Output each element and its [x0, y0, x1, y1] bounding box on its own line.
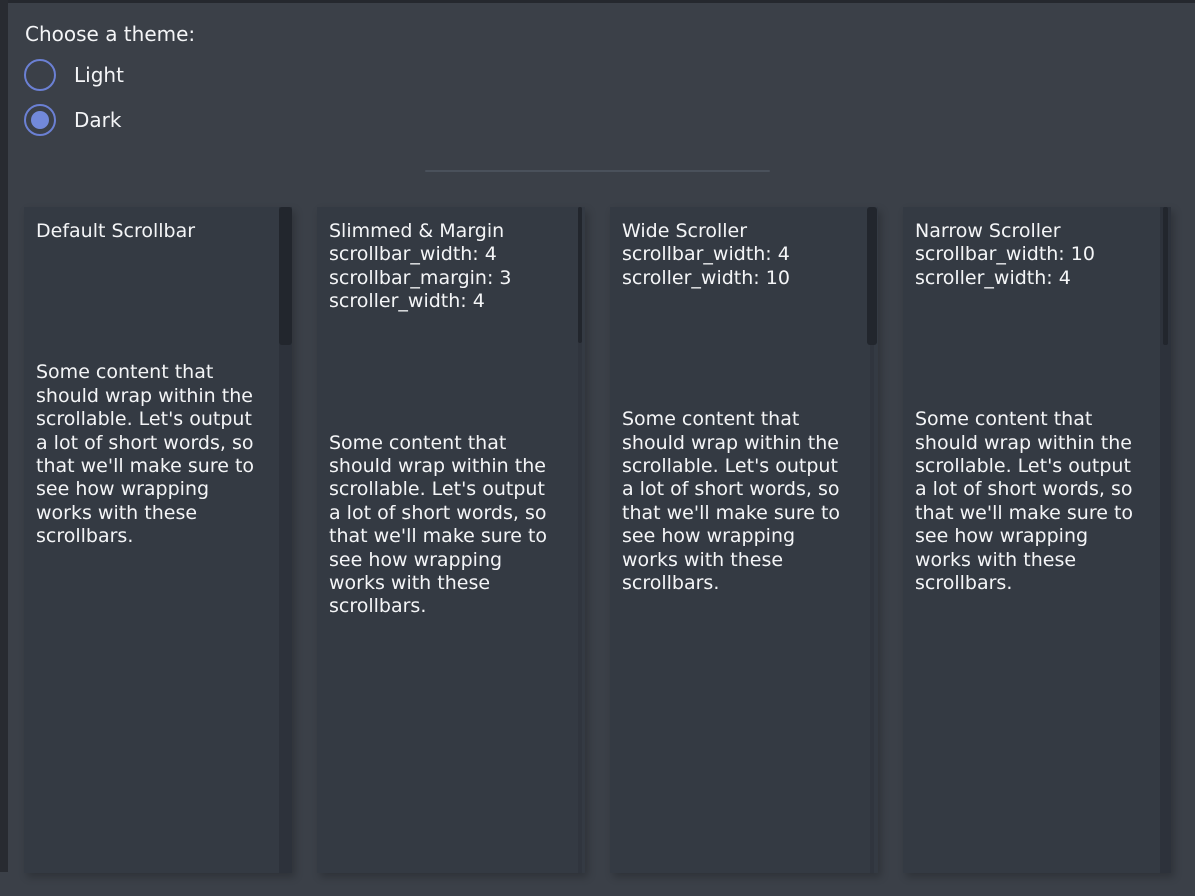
section-divider — [425, 170, 770, 172]
window-top-edge — [0, 0, 1195, 3]
panel-slimmed-margin: Slimmed & Margin scrollbar_width: 4 scro… — [317, 207, 585, 873]
radio-option-label: Dark — [74, 108, 121, 132]
panel-narrow-scroller: Narrow Scroller scrollbar_width: 10 scro… — [903, 207, 1171, 873]
radio-option-light[interactable]: Light — [24, 59, 124, 91]
scrollbar-thumb[interactable] — [1163, 207, 1168, 345]
radio-option-dark[interactable]: Dark — [24, 104, 121, 136]
scrollbar-track[interactable] — [1160, 207, 1171, 873]
panel-content-text: Some content that should wrap within the… — [329, 432, 567, 619]
scrollbar-track[interactable] — [865, 207, 878, 873]
scrollbar-thumb[interactable] — [578, 207, 582, 343]
panel-content-text: Some content that should wrap within the… — [915, 408, 1153, 595]
radio-option-label: Light — [74, 63, 124, 87]
scrollbar-track[interactable] — [578, 207, 582, 873]
scrollbar-demo-row: Default Scrollbar Some content that shou… — [24, 207, 1171, 873]
panel-content-text: Some content that should wrap within the… — [622, 408, 860, 595]
radio-dark-icon[interactable] — [24, 104, 56, 136]
panel-header: Wide Scroller scrollbar_width: 4 scrolle… — [622, 220, 860, 290]
panel-wide-scroller: Wide Scroller scrollbar_width: 4 scrolle… — [610, 207, 878, 873]
radio-light-icon[interactable] — [24, 59, 56, 91]
panel-header: Slimmed & Margin scrollbar_width: 4 scro… — [329, 220, 567, 314]
scrollbar-thumb[interactable] — [867, 207, 877, 345]
scrollable-content[interactable]: Narrow Scroller scrollbar_width: 10 scro… — [903, 207, 1160, 873]
theme-chooser: Choose a theme: Light Dark — [25, 22, 195, 46]
scrollbar-track[interactable] — [279, 207, 292, 873]
scrollable-content[interactable]: Slimmed & Margin scrollbar_width: 4 scro… — [317, 207, 575, 873]
scrollbar-thumb[interactable] — [279, 207, 292, 345]
window-left-edge — [0, 0, 8, 872]
scrollable-content[interactable]: Default Scrollbar Some content that shou… — [24, 207, 279, 873]
panel-default-scrollbar: Default Scrollbar Some content that shou… — [24, 207, 292, 873]
radio-selected-dot — [31, 111, 49, 129]
scrollable-content[interactable]: Wide Scroller scrollbar_width: 4 scrolle… — [610, 207, 865, 873]
theme-prompt: Choose a theme: — [25, 22, 195, 46]
panel-content-text: Some content that should wrap within the… — [36, 361, 274, 548]
panel-header: Default Scrollbar — [36, 220, 274, 243]
panel-header: Narrow Scroller scrollbar_width: 10 scro… — [915, 220, 1153, 290]
